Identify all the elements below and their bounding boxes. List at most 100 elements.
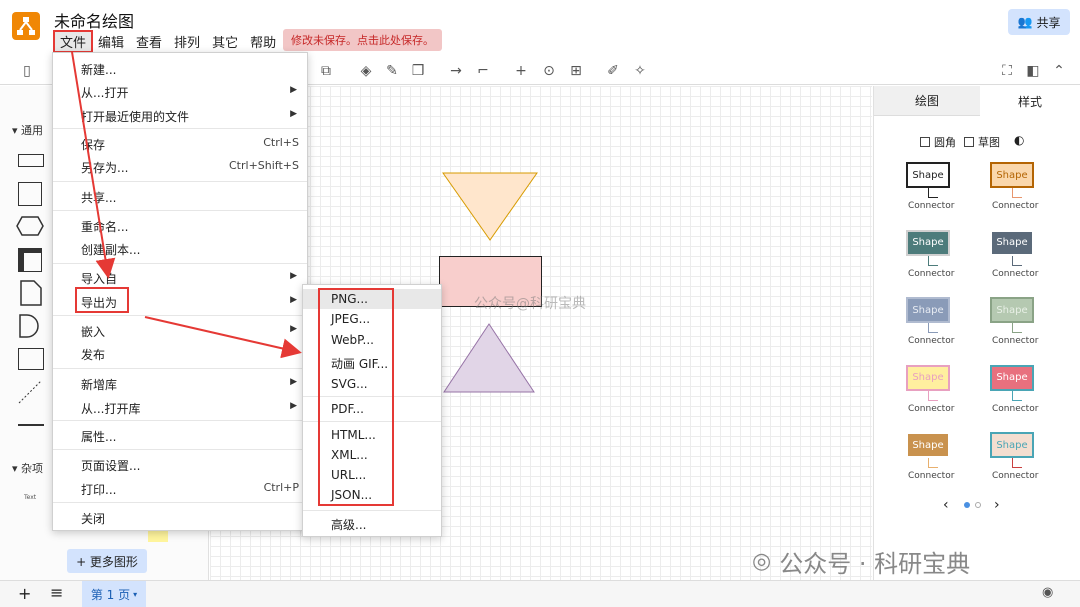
- style-swatch[interactable]: Shape: [990, 432, 1034, 458]
- style-swatch[interactable]: Shape: [906, 364, 950, 391]
- checkbox-icon: [920, 137, 930, 147]
- document-title[interactable]: 未命名绘图: [54, 8, 134, 32]
- connection-icon[interactable]: →: [447, 62, 465, 80]
- chevron-down-icon: ▾: [133, 590, 138, 599]
- section-general-header[interactable]: ▾ 通用: [12, 122, 43, 138]
- submenu-arrow-icon: ▶: [290, 295, 297, 305]
- insert-icon[interactable]: +: [512, 62, 530, 80]
- shortcut-print: Ctrl+P: [263, 481, 299, 494]
- menu-item-new[interactable]: 新建...: [81, 61, 116, 78]
- menu-item-new-library[interactable]: 新增库: [81, 376, 117, 393]
- table-icon[interactable]: ⊞: [567, 62, 585, 80]
- menu-item-share[interactable]: 共享...: [81, 189, 116, 206]
- pager-dot-active[interactable]: [964, 502, 970, 508]
- fill-color-icon[interactable]: ◈: [357, 62, 375, 80]
- style-swatch[interactable]: Shape: [990, 229, 1034, 256]
- share-button[interactable]: 👥 共享: [1008, 9, 1070, 35]
- connector-line-icon: [928, 458, 938, 468]
- menu-item-page-setup[interactable]: 页面设置...: [81, 457, 140, 474]
- dark-mode-icon[interactable]: ◐: [1014, 133, 1024, 147]
- waypoints-icon[interactable]: ⌐: [474, 62, 492, 80]
- submenu-arrow-icon: ▶: [290, 109, 297, 119]
- menu-item-make-copy[interactable]: 创建副本...: [81, 241, 140, 258]
- menu-item-save[interactable]: 保存: [81, 136, 105, 153]
- github-icon[interactable]: ◉: [1042, 585, 1053, 600]
- menu-arrange[interactable]: 排列: [168, 31, 206, 52]
- menu-item-embed[interactable]: 嵌入: [81, 323, 105, 340]
- style-swatch[interactable]: Shape: [990, 162, 1034, 188]
- more-shapes-button[interactable]: + 更多图形: [67, 549, 147, 573]
- export-advanced[interactable]: 高级...: [331, 516, 366, 533]
- menu-item-open-from[interactable]: 从...打开: [81, 84, 128, 101]
- style-swatch[interactable]: Shape: [906, 297, 950, 323]
- section-misc-header[interactable]: ▾ 杂项: [12, 460, 43, 476]
- menu-item-publish[interactable]: 发布: [81, 346, 105, 363]
- magic-edit-icon[interactable]: ✐: [604, 62, 622, 80]
- shape-delay[interactable]: [19, 314, 41, 338]
- shape-frame[interactable]: [18, 348, 44, 370]
- wechat-watermark: ◎ 公众号 · 科研宝典: [752, 549, 971, 578]
- shape-line[interactable]: [18, 424, 44, 426]
- shadow-icon[interactable]: ❒: [409, 62, 427, 80]
- menu-file[interactable]: 文件: [52, 30, 94, 53]
- submenu-arrow-icon: ▶: [290, 324, 297, 334]
- sparkle-icon[interactable]: ✧: [631, 62, 649, 80]
- tab-style[interactable]: 样式: [980, 86, 1080, 116]
- prev-page-icon[interactable]: ‹: [943, 497, 949, 513]
- add-page-icon[interactable]: +: [18, 584, 31, 603]
- menu-extras[interactable]: 其它: [206, 31, 244, 52]
- shape-rectangle[interactable]: [18, 154, 44, 167]
- connector-label: Connector: [992, 336, 1039, 346]
- shape-note[interactable]: [148, 530, 168, 542]
- connector-label: Connector: [992, 471, 1039, 481]
- menu-item-open-library[interactable]: 从...打开库: [81, 400, 140, 417]
- menu-item-close[interactable]: 关闭: [81, 510, 105, 527]
- shape-inverted-triangle[interactable]: [442, 172, 538, 242]
- sidebar-toggle-icon[interactable]: ▯: [18, 62, 36, 80]
- unsaved-notice[interactable]: 修改未保存。点击此处保存。: [283, 29, 442, 51]
- line-color-icon[interactable]: ✎: [383, 62, 401, 80]
- duplicate-icon[interactable]: ⧉: [317, 62, 335, 80]
- style-swatch[interactable]: Shape: [906, 162, 950, 188]
- shape-document[interactable]: [20, 280, 42, 306]
- menu-help[interactable]: 帮助: [244, 31, 282, 52]
- fullscreen-icon[interactable]: ⛶: [998, 62, 1016, 80]
- pager-dot[interactable]: [975, 502, 981, 508]
- menu-item-open-recent[interactable]: 打开最近使用的文件: [81, 108, 189, 125]
- format-panel-icon[interactable]: ◧: [1024, 62, 1042, 80]
- next-page-icon[interactable]: ›: [994, 497, 1000, 513]
- shape-container[interactable]: [18, 248, 42, 272]
- shape-text[interactable]: Text: [24, 494, 36, 501]
- tab-page-1[interactable]: 第 1 页 ▾: [82, 581, 146, 607]
- menu-item-print[interactable]: 打印...: [81, 481, 116, 498]
- shape-triangle[interactable]: [442, 322, 536, 394]
- menu-item-rename[interactable]: 重命名...: [81, 218, 128, 235]
- shape-square[interactable]: [18, 182, 42, 206]
- menu-bar: 文件 编辑 查看 排列 其它 帮助: [52, 30, 282, 53]
- connector-line-icon: [1012, 390, 1022, 401]
- shape-hexagon[interactable]: [16, 216, 44, 236]
- style-swatch[interactable]: Shape: [906, 432, 950, 458]
- menu-view[interactable]: 查看: [130, 31, 168, 52]
- style-swatch[interactable]: Shape: [906, 229, 950, 256]
- menu-item-save-as[interactable]: 另存为...: [81, 159, 128, 176]
- connector-label: Connector: [992, 403, 1039, 414]
- sketch-checkbox[interactable]: 草图: [964, 134, 1000, 150]
- shapes-icon[interactable]: ⊙: [540, 62, 558, 80]
- connector-line-icon: [928, 323, 938, 333]
- connector-line-icon: [928, 255, 938, 266]
- tab-diagram[interactable]: 绘图: [874, 86, 980, 116]
- connector-label: Connector: [908, 336, 955, 346]
- shortcut-save-as: Ctrl+Shift+S: [229, 159, 299, 172]
- menu-item-import[interactable]: 导入自: [81, 270, 117, 287]
- collapse-icon[interactable]: ⌃: [1050, 62, 1068, 80]
- menu-item-export-as[interactable]: 导出为: [81, 294, 117, 311]
- menu-edit[interactable]: 编辑: [92, 31, 130, 52]
- shape-dashed-line[interactable]: [18, 380, 42, 404]
- rounded-checkbox[interactable]: 圆角: [920, 134, 956, 150]
- style-swatch[interactable]: Shape: [990, 364, 1034, 391]
- pages-menu-icon[interactable]: ≡: [50, 583, 63, 602]
- menu-item-properties[interactable]: 属性...: [81, 428, 116, 445]
- style-swatch[interactable]: Shape: [990, 297, 1034, 323]
- app-logo[interactable]: [12, 12, 40, 40]
